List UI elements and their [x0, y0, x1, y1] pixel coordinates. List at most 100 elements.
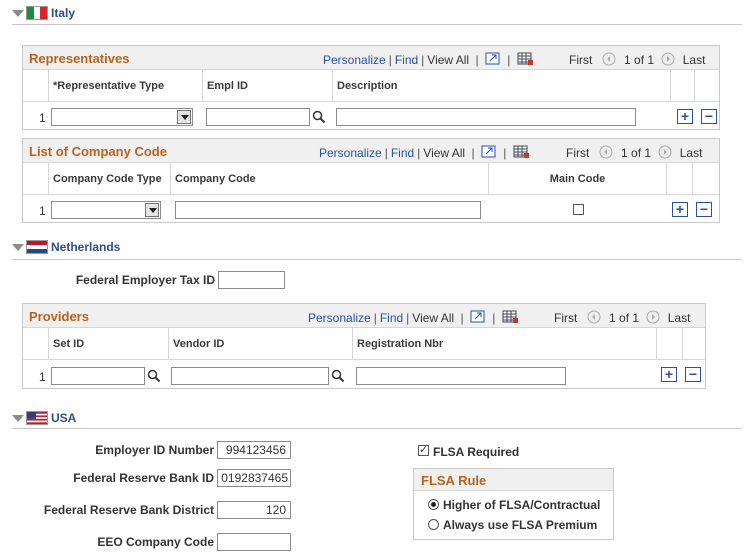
- personalize-link[interactable]: Personalize: [319, 146, 382, 160]
- pagination: First 1 of 1 Last: [566, 145, 702, 160]
- row-number-column: [23, 163, 49, 195]
- last-label: Last: [682, 53, 706, 67]
- federal-employer-tax-id-label: Federal Employer Tax ID: [75, 273, 215, 287]
- section-label-usa: USA: [51, 411, 77, 425]
- row-number-column: [23, 328, 49, 360]
- personalize-link[interactable]: Personalize: [323, 53, 386, 67]
- download-grid-icon[interactable]: [517, 52, 533, 66]
- find-link[interactable]: Find: [391, 146, 414, 160]
- view-all-link[interactable]: View All: [412, 311, 454, 325]
- grid-nav: Personalize | Find | View All | |: [308, 310, 518, 325]
- section-label-netherlands: Netherlands: [51, 240, 121, 254]
- find-link[interactable]: Find: [380, 311, 403, 325]
- grid-title: Representatives: [29, 51, 130, 66]
- lookup-magnifier-icon[interactable]: [147, 369, 161, 383]
- radio-always-use-flsa[interactable]: [428, 519, 439, 530]
- add-column: [667, 163, 693, 195]
- usa-section-header[interactable]: USA: [12, 408, 76, 428]
- first-label: First: [566, 146, 590, 160]
- previous-arrow-icon[interactable]: [602, 52, 616, 66]
- company-code-input[interactable]: [175, 201, 481, 219]
- column-representative-type: *Representative Type: [49, 70, 203, 102]
- usa-flag-icon: [26, 411, 48, 425]
- add-column: [671, 70, 695, 102]
- find-link[interactable]: Find: [395, 53, 418, 67]
- dropdown-arrow-icon[interactable]: [177, 110, 191, 124]
- pagination: First 1 of 1 Last: [569, 52, 705, 67]
- reserve-bank-district-input[interactable]: 120: [217, 501, 291, 519]
- delete-row-button[interactable]: −: [685, 367, 701, 382]
- grid-nav: Personalize | Find | View All | |: [323, 52, 533, 67]
- row-number-column: [23, 70, 49, 102]
- main-code-checkbox[interactable]: [573, 204, 584, 215]
- section-divider: [12, 259, 742, 260]
- delete-row-button[interactable]: −: [696, 202, 712, 217]
- radio-higher-of-flsa[interactable]: [428, 499, 439, 510]
- previous-arrow-icon[interactable]: [599, 145, 613, 159]
- description-input[interactable]: [336, 108, 636, 126]
- download-grid-icon[interactable]: [502, 310, 518, 324]
- grid-title: List of Company Code: [29, 144, 167, 159]
- zoom-grid-icon[interactable]: [470, 310, 486, 324]
- flsa-required-label: FLSA Required: [433, 445, 520, 459]
- previous-arrow-icon[interactable]: [587, 310, 601, 324]
- eeo-company-code-label: EEO Company Code: [97, 535, 214, 549]
- reserve-bank-id-label: Federal Reserve Bank ID: [73, 471, 214, 485]
- column-company-code: Company Code: [171, 163, 489, 195]
- collapse-triangle-icon: [12, 243, 24, 251]
- company-code-grid: List of Company Code Personalize | Find | Vi…: [22, 138, 720, 223]
- add-row-button[interactable]: +: [661, 367, 677, 382]
- page-range: 1 of 1: [621, 146, 652, 160]
- view-all-link[interactable]: View All: [427, 53, 469, 67]
- pagination: First 1 of 1 Last: [554, 310, 690, 325]
- download-grid-icon[interactable]: [513, 145, 529, 159]
- next-arrow-icon[interactable]: [646, 310, 660, 324]
- view-all-link[interactable]: View All: [423, 146, 465, 160]
- italy-section-header[interactable]: Italy: [12, 3, 75, 23]
- reserve-bank-id-input[interactable]: 0192837465: [217, 469, 291, 487]
- row-number: 1: [39, 204, 46, 218]
- delete-row-button[interactable]: −: [701, 109, 717, 124]
- reserve-bank-district-label: Federal Reserve Bank District: [43, 503, 214, 517]
- next-arrow-icon[interactable]: [661, 52, 675, 66]
- netherlands-flag-icon: [26, 240, 48, 254]
- employer-id-label: Employer ID Number: [95, 443, 214, 457]
- last-label: Last: [679, 146, 703, 160]
- zoom-grid-icon[interactable]: [481, 145, 497, 159]
- collapse-triangle-icon: [12, 414, 24, 422]
- last-label: Last: [667, 311, 691, 325]
- section-divider: [12, 428, 742, 429]
- page-range: 1 of 1: [609, 311, 640, 325]
- flsa-required-checkbox[interactable]: ✓: [418, 445, 429, 456]
- next-arrow-icon[interactable]: [658, 145, 672, 159]
- lookup-magnifier-icon[interactable]: [312, 110, 326, 124]
- italy-flag-icon: [26, 6, 48, 20]
- dropdown-arrow-icon[interactable]: [145, 203, 159, 217]
- column-empl-id: Empl ID: [203, 70, 333, 102]
- row-number: 1: [39, 111, 46, 125]
- column-vendor-id: Vendor ID: [169, 328, 353, 360]
- vendor-id-input[interactable]: [171, 367, 329, 385]
- lookup-magnifier-icon[interactable]: [331, 369, 345, 383]
- collapse-triangle-icon: [12, 9, 24, 17]
- employer-id-input[interactable]: 994123456: [217, 441, 291, 459]
- providers-grid: Providers Personalize | Find | View All | | …: [22, 303, 706, 389]
- add-row-button[interactable]: +: [677, 109, 693, 124]
- column-company-code-type: Company Code Type: [49, 163, 171, 195]
- grid-title: Providers: [29, 309, 89, 324]
- federal-employer-tax-id-input[interactable]: [218, 271, 285, 289]
- representatives-grid: Representatives Personalize | Find | View Al…: [22, 45, 720, 130]
- personalize-link[interactable]: Personalize: [308, 311, 371, 325]
- zoom-grid-icon[interactable]: [485, 52, 501, 66]
- add-row-button[interactable]: +: [672, 202, 688, 217]
- empl-id-input[interactable]: [206, 108, 310, 126]
- company-code-type-select[interactable]: [51, 201, 161, 219]
- registration-nbr-input[interactable]: [356, 367, 566, 385]
- radio-label-always-use-flsa: Always use FLSA Premium: [443, 518, 598, 532]
- representative-type-select[interactable]: [51, 108, 193, 126]
- set-id-input[interactable]: [51, 367, 145, 385]
- flsa-rule-title: FLSA Rule: [421, 473, 487, 488]
- section-divider: [12, 24, 742, 25]
- eeo-company-code-input[interactable]: [217, 533, 291, 551]
- netherlands-section-header[interactable]: Netherlands: [12, 237, 120, 257]
